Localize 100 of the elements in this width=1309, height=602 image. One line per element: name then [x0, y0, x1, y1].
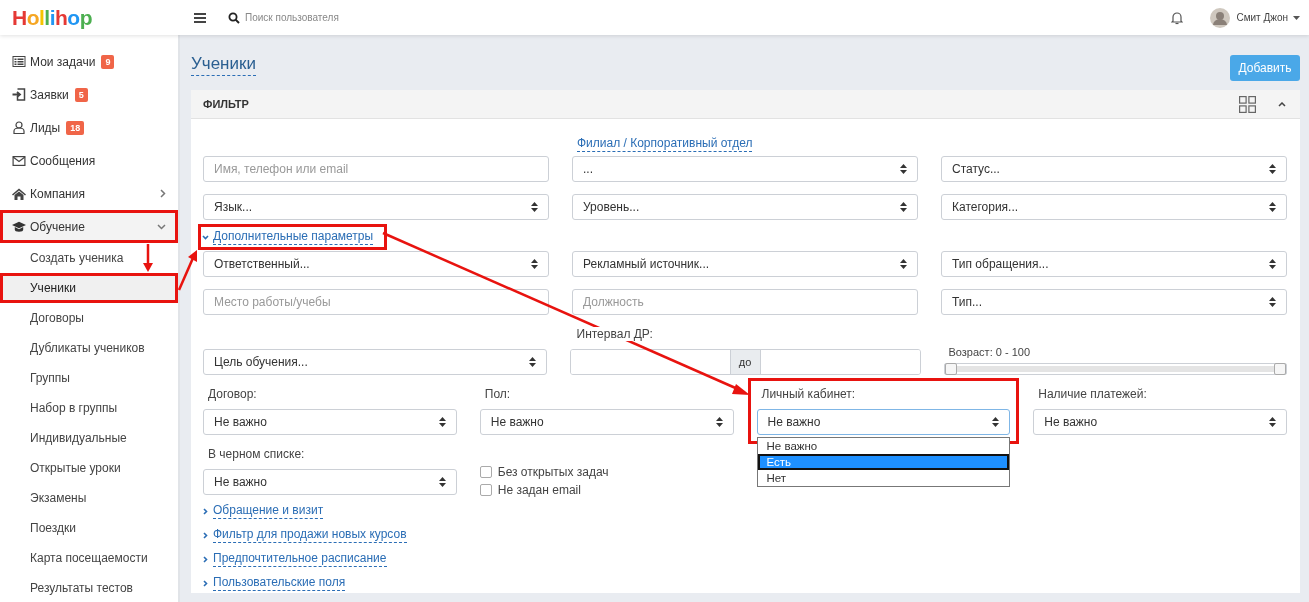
age-label: Возраст: 0 - 100: [948, 346, 1031, 358]
page-title[interactable]: Ученики: [191, 53, 256, 76]
section-link[interactable]: Обращение и визит: [203, 501, 324, 521]
user-icon: [12, 121, 26, 134]
select-field[interactable]: Не важно: [756, 409, 1011, 435]
sidebar-subitem[interactable]: Группы: [0, 363, 178, 393]
select-field[interactable]: Язык...: [203, 194, 549, 220]
select-field[interactable]: Цель обучения...: [203, 349, 547, 375]
branch-link[interactable]: Филиал / Корпоративный отдел: [577, 136, 753, 152]
select-field[interactable]: Статус...: [941, 156, 1287, 182]
checkbox-label: Без открытых задач: [497, 465, 609, 479]
annotation-arrow: [143, 244, 153, 272]
sidebar-subitem[interactable]: Карта посещаемости: [0, 543, 178, 573]
section-link-label: Пользовательские поля: [213, 575, 346, 591]
sidebar-subitem[interactable]: Результаты тестов: [0, 573, 178, 602]
search-field[interactable]: Поиск пользователя: [243, 10, 447, 25]
count-badge: 18: [66, 120, 85, 135]
text-field[interactable]: Должность: [572, 289, 918, 315]
user-name[interactable]: Смит Джон: [1236, 12, 1288, 23]
grid-icon[interactable]: [1239, 95, 1256, 113]
extra-params-link[interactable]: Дополнительные параметры: [198, 224, 388, 250]
menu-icon[interactable]: [194, 12, 206, 23]
list-icon: [12, 56, 26, 67]
up-down-caret-icon: [900, 164, 907, 174]
sidebar-item-label: Сообщения: [30, 153, 96, 168]
sidebar-item[interactable]: Мои задачи 9: [0, 45, 178, 78]
sidebar-subitem[interactable]: Дубликаты учеников: [0, 333, 178, 363]
up-down-caret-icon: [438, 477, 446, 487]
date-range-field[interactable]: до: [569, 349, 921, 375]
slider-handle[interactable]: [1274, 363, 1286, 375]
field-label: В черном списке:: [208, 447, 306, 463]
up-down-caret-icon: [438, 417, 446, 427]
checkbox[interactable]: [479, 484, 492, 496]
sidebar-item[interactable]: Обучение: [0, 210, 178, 243]
sidebar-subitem[interactable]: Экзамены: [0, 483, 178, 513]
sidebar-subitem[interactable]: Поездки: [0, 513, 178, 543]
chevron-down-icon: [202, 234, 209, 240]
checkbox[interactable]: [479, 466, 492, 478]
select-field[interactable]: Тип обращения...: [941, 251, 1287, 277]
section-link-label: Обращение и визит: [213, 503, 324, 519]
count-badge: 9: [101, 54, 115, 69]
sidebar-item-label: Лиды: [30, 120, 61, 135]
filter-title: ФИЛЬТР: [203, 98, 249, 110]
select-field[interactable]: Ответственный...: [203, 251, 549, 277]
select-field[interactable]: ...: [572, 156, 918, 182]
up-down-caret-icon: [531, 202, 538, 212]
chevron-right-icon: [203, 507, 208, 515]
section-link[interactable]: Предпочтительное расписание: [203, 549, 387, 569]
select-field[interactable]: Уровень...: [572, 194, 918, 220]
home-icon: [12, 187, 26, 200]
search-icon[interactable]: [228, 11, 240, 24]
select-field[interactable]: Не важно: [203, 469, 457, 495]
sidebar-item-label: Компания: [30, 186, 85, 201]
text-field[interactable]: Имя, телефон или email: [203, 156, 549, 182]
dropdown-option[interactable]: Не важно: [757, 438, 1010, 454]
sidebar-subitem[interactable]: Ученики: [0, 273, 178, 303]
select-field[interactable]: Рекламный источник...: [572, 251, 918, 277]
up-down-caret-icon: [715, 417, 723, 427]
up-down-caret-icon: [1269, 164, 1276, 174]
sidebar-subitem[interactable]: Открытые уроки: [0, 453, 178, 483]
sidebar-subitem[interactable]: Создать ученика: [0, 243, 178, 273]
section-link[interactable]: Пользовательские поля: [203, 573, 346, 593]
range-separator: до: [729, 350, 761, 374]
up-down-caret-icon: [900, 202, 907, 212]
sidebar-item[interactable]: Компания: [0, 177, 178, 210]
count-badge: 5: [74, 87, 88, 102]
avatar-icon[interactable]: [1210, 7, 1231, 28]
dropdown-option[interactable]: Нет: [757, 470, 1010, 486]
sidebar-item[interactable]: Лиды 18: [0, 111, 178, 144]
bell-icon[interactable]: [1171, 10, 1184, 25]
logo[interactable]: Hollihop: [12, 5, 194, 30]
sidebar-item[interactable]: Сообщения: [0, 144, 178, 177]
up-down-caret-icon: [1269, 417, 1276, 427]
up-down-caret-icon: [1269, 297, 1276, 307]
up-down-caret-icon: [1269, 202, 1276, 212]
annotation-arrow: [177, 250, 197, 291]
slider-handle[interactable]: [944, 363, 957, 375]
sidebar-subitem[interactable]: Индивидуальные: [0, 423, 178, 453]
sidebar-subitem[interactable]: Договоры: [0, 303, 178, 333]
chevron-right-icon: [203, 579, 208, 587]
select-field[interactable]: Не важно: [1033, 409, 1287, 435]
section-link[interactable]: Фильтр для продажи новых курсов: [203, 525, 407, 545]
sidebar-item[interactable]: Заявки 5: [0, 78, 178, 111]
select-field[interactable]: Тип...: [941, 289, 1287, 315]
select-field[interactable]: Не важно: [479, 409, 734, 435]
sidebar-item-label: Мои задачи: [30, 54, 96, 69]
caret-icon[interactable]: [1293, 15, 1300, 20]
field-label: Наличие платежей:: [1038, 387, 1148, 403]
sidebar-subitem[interactable]: Набор в группы: [0, 393, 178, 423]
graduation-cap-icon: [12, 221, 26, 232]
sidebar-item-label: Заявки: [30, 87, 69, 102]
extra-params-label: Дополнительные параметры: [213, 229, 374, 245]
text-field[interactable]: Место работы/учебы: [203, 289, 549, 315]
select-field[interactable]: Не важно: [203, 409, 457, 435]
up-down-caret-icon: [1269, 259, 1276, 269]
up-down-caret-icon: [992, 417, 1000, 427]
envelope-icon: [12, 155, 26, 166]
caret-up-icon[interactable]: [1278, 101, 1286, 107]
select-field[interactable]: Категория...: [941, 194, 1287, 220]
checkbox-label: Не задан email: [497, 483, 581, 497]
